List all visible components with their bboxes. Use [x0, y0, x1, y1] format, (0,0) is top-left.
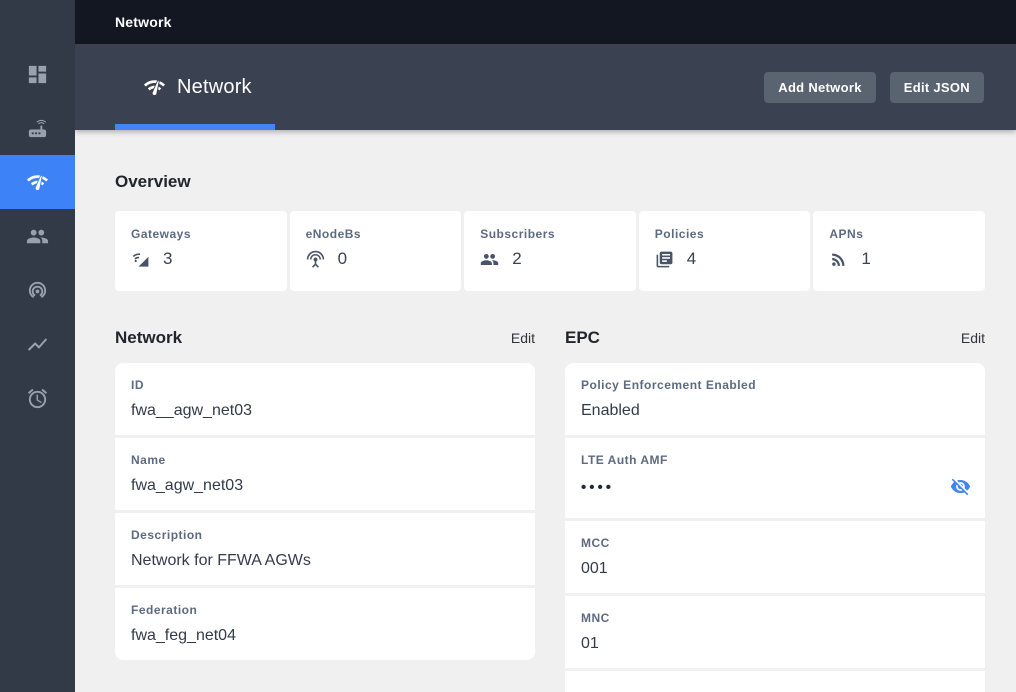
field-value: Enabled [581, 402, 640, 419]
sidebar-item-subscribers[interactable] [0, 209, 75, 263]
stat-value: 1 [861, 249, 871, 268]
masked-value: •••• [581, 479, 615, 496]
epc-edit-link[interactable]: Edit [961, 327, 985, 349]
network-check-icon [26, 174, 49, 190]
stat-card-apns: APNs 1 [813, 211, 985, 291]
stat-label: APNs [829, 227, 864, 241]
show-chart-icon [27, 337, 48, 351]
network-section: Network Edit ID fwa__agw_net03 Name fwa_… [115, 327, 535, 692]
field-label: LTE Auth AMF [581, 453, 668, 467]
people-icon [480, 253, 499, 265]
people-icon [26, 229, 49, 243]
network-section-title: Network [115, 328, 183, 347]
network-field-card: ID fwa__agw_net03 Name fwa_agw_net03 Des… [115, 363, 535, 660]
field-value: fwa_agw_net03 [131, 477, 244, 494]
field-value: 01 [581, 635, 599, 652]
stat-label: Policies [654, 227, 705, 241]
sidebar-item-dashboard[interactable] [0, 47, 75, 101]
overview-cards: Gateways 3 eNodeBs 0 Subscribers 2 Polic… [115, 211, 985, 291]
field-label: ID [131, 378, 144, 392]
stat-label: eNodeBs [305, 227, 362, 241]
field-row-description: Description Network for FFWA AGWs [115, 513, 535, 585]
stat-value: 0 [337, 249, 348, 268]
field-label: MCC [581, 536, 610, 550]
sidebar-item-access-points[interactable] [0, 263, 75, 317]
field-row-mcc: MCC 001 [565, 521, 985, 593]
breadcrumb: Network [115, 14, 172, 30]
field-label: Policy Enforcement Enabled [581, 378, 757, 392]
field-label: MNC [581, 611, 610, 625]
sidebar-item-alerts[interactable] [0, 371, 75, 425]
epc-section: EPC Edit Policy Enforcement Enabled Enab… [565, 327, 985, 692]
field-row-id: ID fwa__agw_net03 [115, 363, 535, 435]
network-check-icon [143, 79, 166, 95]
edit-json-button[interactable]: Edit JSON [889, 71, 984, 103]
epc-field-card: Policy Enforcement Enabled Enabled LTE A… [565, 363, 985, 692]
page-header: Network Add Network Edit JSON [75, 44, 1016, 130]
field-row-partial [565, 671, 985, 692]
add-network-button[interactable]: Add Network [764, 71, 876, 103]
visibility-off-icon [950, 478, 970, 496]
stat-label: Subscribers [480, 227, 556, 241]
sidebar-item-metrics[interactable] [0, 317, 75, 371]
antenna-icon [306, 250, 324, 268]
sidebar-item-network[interactable] [0, 155, 75, 209]
stat-card-subscribers: Subscribers 2 [464, 211, 636, 291]
rss-feed-icon [832, 253, 845, 266]
wifi-tethering-icon [28, 281, 47, 298]
field-value: fwa__agw_net03 [131, 402, 252, 419]
stat-card-enodebs: eNodeBs 0 [289, 211, 462, 291]
field-label: Federation [131, 603, 198, 617]
stat-value: 3 [163, 249, 173, 268]
epc-section-title: EPC [565, 328, 600, 347]
field-row-lte-auth-amf: LTE Auth AMF •••• [565, 438, 985, 518]
stat-value: 4 [686, 249, 697, 268]
field-row-federation: Federation fwa_feg_net04 [115, 588, 535, 660]
field-row-mnc: MNC 01 [565, 596, 985, 668]
network-edit-link[interactable]: Edit [511, 327, 535, 349]
page-title: Network [177, 75, 252, 98]
sidebar-item-equipment[interactable] [0, 101, 75, 155]
cell-wifi-icon [132, 252, 149, 267]
header-actions: Add Network Edit JSON [764, 71, 984, 103]
page-title-group: Network [143, 76, 252, 99]
toggle-visibility-button[interactable] [949, 476, 971, 498]
alarm-clock-icon [27, 388, 48, 408]
active-tab-indicator [115, 124, 275, 130]
sidebar [0, 0, 75, 692]
stat-label: Gateways [131, 227, 192, 241]
field-row-policy-enforcement: Policy Enforcement Enabled Enabled [565, 363, 985, 435]
field-value: Network for FFWA AGWs [131, 552, 311, 569]
field-value: 001 [581, 560, 608, 577]
detail-sections: Network Edit ID fwa__agw_net03 Name fwa_… [115, 327, 985, 692]
topbar: Network [75, 0, 1016, 44]
dashboard-icon [28, 65, 47, 83]
field-label: Description [131, 528, 203, 542]
main-content: Overview Gateways 3 eNodeBs 0 Subscriber… [75, 130, 1016, 692]
field-row-name: Name fwa_agw_net03 [115, 438, 535, 510]
stat-card-policies: Policies 4 [638, 211, 811, 291]
overview-title: Overview [115, 172, 191, 191]
library-books-icon [656, 251, 673, 267]
stat-card-gateways: Gateways 3 [115, 211, 287, 291]
router-icon [28, 119, 47, 137]
field-value: fwa_feg_net04 [131, 627, 236, 644]
stat-value: 2 [512, 249, 522, 268]
field-label: Name [131, 453, 166, 467]
